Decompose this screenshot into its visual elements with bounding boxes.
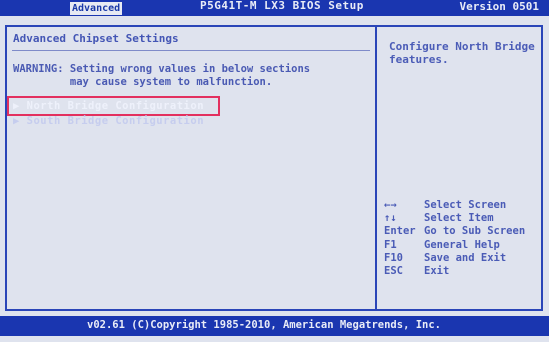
key-row: F1 General Help — [384, 239, 525, 252]
key-action: Select Screen — [424, 199, 507, 211]
panel-divider — [375, 27, 377, 309]
menu-item-south-bridge[interactable]: ▶ South Bridge Configuration — [13, 115, 204, 127]
key-row: ↑↓ Select Item — [384, 212, 525, 225]
key-name: Enter — [384, 225, 416, 238]
bottom-bar: v02.61 (C)Copyright 1985-2010, American … — [0, 316, 549, 336]
title-separator — [12, 50, 370, 51]
tab-advanced[interactable]: Advanced — [70, 2, 123, 15]
key-name: F1 — [384, 238, 397, 251]
page-title: Advanced Chipset Settings — [13, 32, 179, 45]
warning-text: WARNING: Setting wrong values in below s… — [13, 63, 311, 88]
key-name: ↑↓ — [384, 212, 397, 225]
key-action: Select Item — [424, 212, 494, 225]
key-row: ←→ Select Screen — [384, 199, 525, 212]
key-legend: ←→ Select Screen ↑↓ Select Item Enter Go to… — [384, 199, 525, 278]
key-name: ESC — [384, 265, 403, 278]
selection-highlight — [7, 96, 220, 116]
key-row: F10 Save and Exit — [384, 252, 525, 265]
key-row: Enter Go to Sub Screen — [384, 225, 525, 238]
key-name: ←→ — [384, 199, 397, 211]
key-action: Save and Exit — [424, 251, 507, 264]
copyright-text: v02.61 (C)Copyright 1985-2010, American … — [87, 319, 442, 331]
help-text: Configure North Bridge features. — [389, 40, 535, 66]
top-bar: Advanced P5G41T-M LX3 BIOS Setup Version… — [0, 0, 549, 16]
menu-item-label: South Bridge Configuration — [26, 115, 205, 127]
key-action: Exit — [424, 265, 450, 278]
key-name: F10 — [384, 251, 403, 264]
version-label: Version 0501 — [459, 0, 539, 13]
key-row: ESC Exit — [384, 265, 525, 278]
pointer-icon: ▶ — [13, 115, 27, 127]
key-action: General Help — [424, 238, 500, 251]
bios-title: P5G41T-M LX3 BIOS Setup — [200, 0, 364, 12]
key-action: Go to Sub Screen — [424, 225, 526, 238]
